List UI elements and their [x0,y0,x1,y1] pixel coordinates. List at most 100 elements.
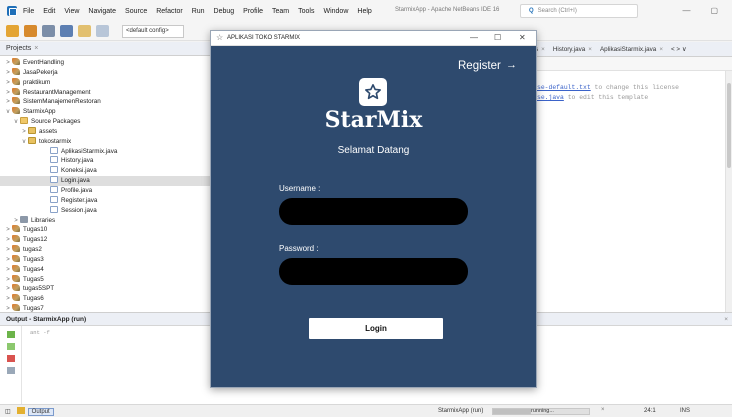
tree-item-label: EventHandling [23,59,64,66]
tree-item[interactable]: Register.java [0,195,212,206]
menu-run[interactable]: Run [192,8,205,15]
dialog-maximize-button[interactable]: ☐ [494,33,501,42]
stop-icon[interactable] [7,355,15,362]
tree-item-label: praktikum [23,78,51,86]
project-icon [12,304,20,312]
dialog-close-button[interactable]: ✕ [519,33,526,42]
tree-item[interactable]: Profile.java [0,185,212,196]
menu-debug[interactable]: Debug [214,8,235,15]
dialog-titlebar[interactable]: ☆ APLIKASI TOKO STARMIX — ☐ ✕ [211,31,536,46]
tree-item[interactable]: > assets [0,126,212,137]
tree-item[interactable]: > tugas5SPT [0,284,212,294]
menu-refactor[interactable]: Refactor [156,8,182,15]
rerun-icon[interactable] [7,331,15,338]
close-icon[interactable]: × [659,46,663,53]
close-icon[interactable]: × [34,45,38,52]
tree-item[interactable]: > Tugas6 [0,294,212,304]
register-link[interactable]: Register [458,60,501,72]
tree-item[interactable]: > Tugas10 [0,225,212,235]
output-toggle[interactable]: ◫ Output [5,407,54,416]
open-project-icon[interactable] [42,25,55,37]
scrollbar-thumb[interactable] [727,83,731,168]
new-project-icon[interactable] [24,25,37,37]
password-field[interactable] [279,258,468,285]
tree-item[interactable]: AplikasiStarmix.java [0,146,212,157]
menu-source[interactable]: Source [125,8,147,15]
tree-item[interactable]: > Tugas4 [0,264,212,275]
tree-item-label: RestaurantManagement [23,88,91,96]
rerun-different-icon[interactable] [7,343,15,350]
tree-item[interactable]: Session.java [0,205,212,216]
menu-navigate[interactable]: Navigate [88,8,116,15]
tree-item[interactable]: > JasaPekerja [0,67,212,78]
starmix-login-window: ☆ APLIKASI TOKO STARMIX — ☐ ✕ Register →… [210,30,537,388]
library-icon [20,215,28,223]
tree-item[interactable]: v Source Packages [0,117,212,127]
starmix-logo [359,78,387,106]
search-input[interactable]: Q Search (Ctrl+I) [520,4,638,18]
arrow-right-icon[interactable]: → [506,59,517,71]
notifications-icon: ◫ [5,409,11,415]
tab-navigation-arrows[interactable]: < > ∨ [671,46,686,53]
window-title: StarmixApp - Apache NetBeans IDE 16 [395,7,500,13]
tree-item-label: Tugas6 [23,295,44,303]
redo-icon[interactable] [96,25,109,37]
star-icon [365,84,381,100]
projects-tab-label: Projects [6,45,32,52]
code-link[interactable]: se-default.txt [537,84,591,91]
tab-aplikasistarmix-java[interactable]: AplikasiStarmix.java × [600,46,663,53]
tree-item[interactable]: v tokostarmix [0,136,212,147]
tab-projects[interactable]: Projects × [0,42,212,56]
tree-item-label: assets [39,127,58,135]
close-icon[interactable]: × [588,46,592,53]
tree-item[interactable]: > SistemManajemenRestoran [0,97,212,107]
tree-item-label: Session.java [61,206,97,214]
tree-item-label: Tugas12 [23,236,48,244]
tree-item[interactable]: > EventHandling [0,58,212,68]
tree-item[interactable]: > Tugas3 [0,254,212,265]
code-link[interactable]: se.java [537,94,564,101]
menu-edit[interactable]: Edit [43,8,55,15]
menu-file[interactable]: File [23,8,34,15]
progress-fill [493,409,532,414]
projects-panel: Projects × > EventHandling > JasaPekerja > pra… [0,42,213,312]
menu-profile[interactable]: Profile [243,8,263,15]
cancel-process-icon[interactable]: × [601,407,605,413]
tree-item[interactable]: History.java [0,156,212,166]
menu-team[interactable]: Team [272,8,289,15]
undo-icon[interactable] [78,25,91,37]
save-all-icon[interactable] [60,25,73,37]
editor-toolbar [535,57,732,71]
username-field[interactable] [279,198,468,225]
menu-tools[interactable]: Tools [298,8,314,15]
menu-help[interactable]: Help [357,8,371,15]
tree-item[interactable]: > praktikum [0,77,212,88]
tree-item[interactable]: v StarmixApp [0,107,212,117]
settings-icon[interactable] [7,367,15,374]
minimize-icon[interactable]: — [682,6,690,15]
tree-item[interactable]: Login.java [0,176,212,186]
close-icon[interactable]: × [724,316,728,323]
tree-item-label: JasaPekerja [23,68,58,76]
tree-item[interactable]: > RestaurantManagement [0,87,212,98]
tab-history-java[interactable]: History.java × [553,46,592,53]
config-select[interactable]: <default config> [122,24,184,38]
tree-item[interactable]: > Tugas5 [0,274,212,285]
editor-scrollbar[interactable] [725,71,732,312]
code-editor[interactable]: se-default.txt to change this license se… [535,71,725,312]
netbeans-logo-icon [7,6,17,16]
menu-view[interactable]: View [64,8,79,15]
login-button[interactable]: Login [309,318,443,339]
package-icon [28,136,36,144]
tree-item[interactable]: > tugas2 [0,245,212,255]
tree-item[interactable]: > Libraries [0,215,212,226]
tree-item[interactable]: > Tugas12 [0,235,212,245]
dialog-minimize-button[interactable]: — [470,33,478,42]
maximize-icon[interactable]: ▢ [710,6,718,15]
close-icon[interactable]: × [541,46,545,53]
tree-item-label: Register.java [61,196,98,204]
progress-bar: running... [492,408,590,415]
new-file-icon[interactable] [6,25,19,37]
tree-item[interactable]: Koneksi.java [0,166,212,176]
menu-window[interactable]: Window [323,8,348,15]
